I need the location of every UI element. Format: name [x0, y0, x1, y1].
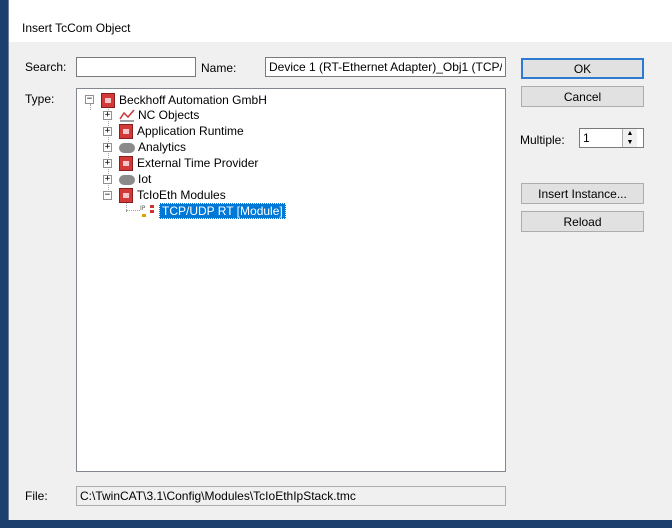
- tree-node-label: Analytics: [138, 140, 187, 154]
- expand-icon[interactable]: +: [103, 159, 112, 168]
- tree-node-label: Iot: [138, 172, 152, 186]
- svg-text:IP: IP: [140, 205, 146, 212]
- tree-node-tcioeth-modules[interactable]: − TcIoEth Modules: [103, 187, 226, 203]
- file-label: File:: [25, 489, 48, 503]
- tree-node-label: External Time Provider: [137, 156, 259, 170]
- search-label: Search:: [25, 60, 67, 74]
- ok-button[interactable]: OK: [521, 58, 644, 79]
- expand-icon[interactable]: +: [103, 175, 112, 184]
- tree-node-label: TCP/UDP RT [Module]: [159, 203, 286, 219]
- tree-node-label: NC Objects: [138, 108, 200, 122]
- name-label: Name:: [201, 61, 237, 75]
- expand-icon[interactable]: +: [103, 111, 112, 120]
- spin-down-icon[interactable]: ▼: [622, 138, 637, 147]
- module-icon: [119, 187, 133, 203]
- expand-icon[interactable]: +: [103, 143, 112, 152]
- beckhoff-module-icon: [101, 92, 115, 108]
- module-icon: [119, 123, 133, 139]
- multiple-value: 1: [583, 131, 590, 145]
- tree-node-label: Application Runtime: [137, 124, 244, 138]
- file-path-field[interactable]: [76, 486, 506, 506]
- nc-objects-icon: [119, 109, 135, 122]
- ip-module-icon: IP: [140, 205, 154, 217]
- collapse-icon[interactable]: −: [103, 191, 112, 200]
- tree-node-root[interactable]: − Beckhoff Automation GmbH: [85, 92, 267, 108]
- reload-button[interactable]: Reload: [521, 211, 644, 232]
- multiple-label: Multiple:: [520, 133, 565, 147]
- cancel-button[interactable]: Cancel: [521, 86, 644, 107]
- insert-tccom-dialog: Insert TcCom Object Search: Name: Type: …: [8, 0, 672, 520]
- type-tree[interactable]: − Beckhoff Automation GmbH + NC Objects …: [76, 88, 506, 472]
- tree-node-application-runtime[interactable]: + Application Runtime: [103, 123, 244, 139]
- cloud-icon: [119, 175, 135, 185]
- window-title: Insert TcCom Object: [22, 21, 131, 35]
- tree-node-label: TcIoEth Modules: [137, 188, 226, 202]
- cloud-icon: [119, 143, 135, 153]
- name-field[interactable]: [265, 57, 506, 77]
- collapse-icon[interactable]: −: [85, 95, 94, 104]
- tree-node-tcp-udp-rt[interactable]: IP TCP/UDP RT [Module]: [140, 203, 286, 219]
- tree-node-external-time-provider[interactable]: + External Time Provider: [103, 155, 258, 171]
- tree-node-label: Beckhoff Automation GmbH: [119, 93, 267, 107]
- insert-instance-button[interactable]: Insert Instance...: [521, 183, 644, 204]
- title-bar: Insert TcCom Object: [9, 0, 672, 42]
- tree-node-analytics[interactable]: + Analytics: [103, 139, 186, 155]
- expand-icon[interactable]: +: [103, 127, 112, 136]
- tree-node-nc-objects[interactable]: + NC Objects: [103, 107, 199, 123]
- search-input[interactable]: [76, 57, 196, 77]
- type-label: Type:: [25, 92, 55, 106]
- module-icon: [119, 155, 133, 171]
- tree-node-iot[interactable]: + Iot: [103, 171, 151, 187]
